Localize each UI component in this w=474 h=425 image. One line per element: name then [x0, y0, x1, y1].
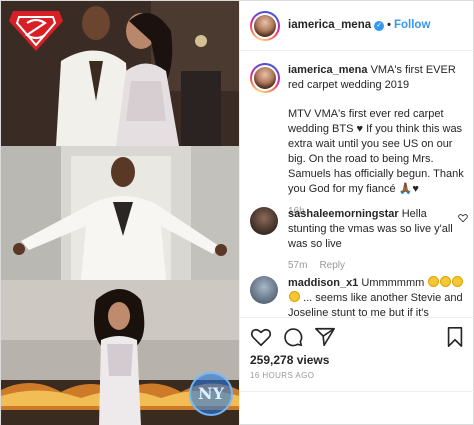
- reply-button[interactable]: Reply: [319, 260, 345, 271]
- follow-button[interactable]: Follow: [394, 19, 430, 31]
- comment-text-continued: ... seems like another Stevie and Joseli…: [288, 292, 463, 319]
- post-window: NY iamerica_mena ✓ • Follow iamerica_mena V…: [0, 0, 474, 425]
- emoji-icon: [428, 276, 440, 287]
- photo-woman-dress: NY: [1, 280, 239, 425]
- comment-icon[interactable]: [282, 326, 304, 348]
- post-image[interactable]: NY: [1, 1, 239, 425]
- comment-time: 57m: [288, 260, 308, 271]
- avatar[interactable]: [250, 11, 280, 41]
- emoji-icon: [452, 276, 464, 287]
- caption-text: MTV VMA's first ever red carpet wedding …: [288, 108, 464, 195]
- verified-badge-icon: ✓: [374, 21, 385, 31]
- comment-username[interactable]: maddison_x1: [288, 277, 358, 289]
- photo-man-white-suit: [1, 146, 239, 280]
- caption-username[interactable]: iamerica_mena: [288, 64, 368, 76]
- post-sidebar: iamerica_mena ✓ • Follow iamerica_mena VMA'…: [239, 1, 474, 425]
- comment-text-line: sashaleemorningstar Hella stunting the v…: [288, 207, 468, 252]
- share-icon[interactable]: [314, 326, 336, 348]
- caption-first-line: iamerica_mena VMA's first EVER red carpe…: [288, 63, 468, 93]
- header-user-line: iamerica_mena ✓ • Follow: [288, 19, 430, 31]
- separator-dot: •: [387, 19, 391, 31]
- comment-username[interactable]: sashaleemorningstar: [288, 208, 399, 220]
- comment-heart-icon[interactable]: [458, 213, 468, 223]
- brand-logo: [7, 7, 65, 55]
- bookmark-icon[interactable]: [444, 326, 466, 348]
- post-header: iamerica_mena ✓ • Follow: [240, 1, 474, 51]
- header-username[interactable]: iamerica_mena: [288, 19, 371, 31]
- comment-avatar[interactable]: [250, 207, 278, 235]
- add-comment-area[interactable]: [240, 391, 474, 425]
- watermark-text: NY: [197, 384, 225, 403]
- action-bar: [240, 317, 474, 353]
- comment-avatar[interactable]: [250, 276, 278, 304]
- comment-text-line: maddison_x1 Ummmmmm ... seems like anoth…: [288, 276, 468, 321]
- photo-couple-kiss: [1, 1, 239, 146]
- watermark-logo: NY: [189, 372, 233, 416]
- caption-avatar[interactable]: [250, 63, 280, 93]
- heart-icon[interactable]: [250, 326, 272, 348]
- views-count[interactable]: 259,278 views: [250, 353, 329, 367]
- post-age: 16 HOURS AGO: [250, 371, 315, 380]
- emoji-icon: [440, 276, 452, 287]
- comment-text: Ummmmmm: [361, 277, 425, 289]
- emoji-icon: [289, 291, 300, 302]
